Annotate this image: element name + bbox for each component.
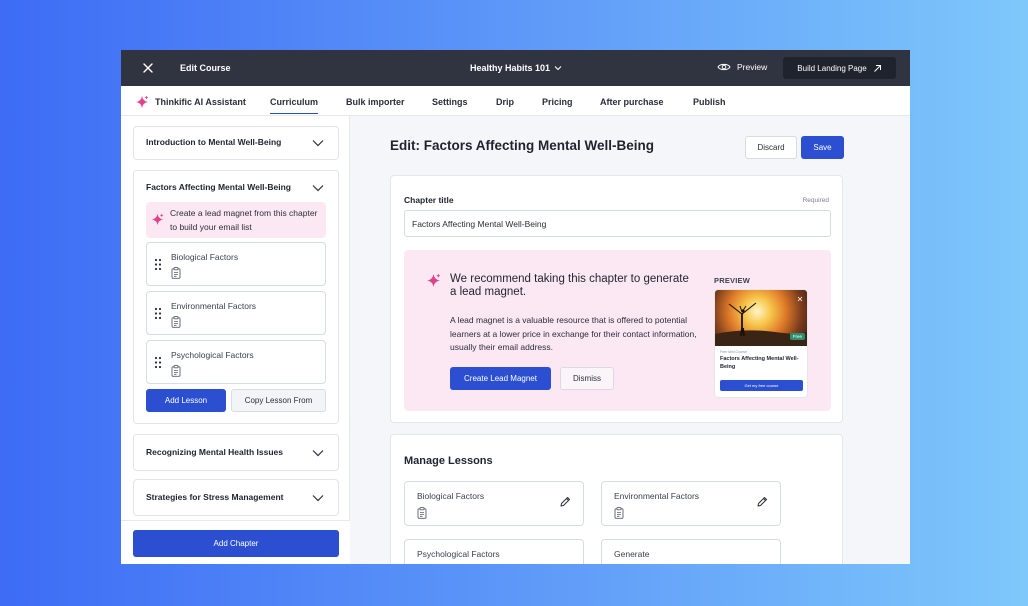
preview-label: PREVIEW bbox=[714, 276, 750, 285]
discard-button[interactable]: Discard bbox=[745, 136, 797, 159]
drag-handle-icon[interactable] bbox=[154, 356, 162, 369]
build-landing-page-button[interactable]: Build Landing Page bbox=[783, 57, 896, 79]
lesson-tile[interactable]: Generate bbox=[601, 539, 781, 564]
lesson-name: Psychological Factors bbox=[171, 350, 254, 360]
tab-bulk-importer[interactable]: Bulk importer bbox=[346, 97, 405, 107]
tab-bar: Thinkific AI Assistant Curriculum Bulk i… bbox=[121, 86, 910, 116]
sparkle-icon bbox=[151, 213, 164, 226]
lesson-item[interactable]: Environmental Factors bbox=[146, 291, 326, 335]
preview-image: Free bbox=[715, 290, 807, 346]
lesson-tile-name: Psychological Factors bbox=[417, 549, 500, 559]
clipboard-icon bbox=[171, 267, 181, 279]
course-name: Healthy Habits 101 bbox=[470, 63, 551, 73]
lesson-tile[interactable]: Psychological Factors bbox=[404, 539, 584, 564]
clipboard-icon bbox=[171, 365, 181, 377]
tab-drip[interactable]: Drip bbox=[496, 97, 514, 107]
tab-settings[interactable]: Settings bbox=[432, 97, 468, 107]
clipboard-icon bbox=[614, 507, 624, 519]
manage-lessons-title: Manage Lessons bbox=[404, 455, 493, 467]
chapter-title-input[interactable] bbox=[404, 210, 831, 237]
lesson-item[interactable]: Psychological Factors bbox=[146, 340, 326, 384]
chapter-header[interactable]: Strategies for Stress Management bbox=[134, 480, 338, 517]
tab-after-purchase[interactable]: After purchase bbox=[600, 97, 664, 107]
chevron-down-icon bbox=[554, 66, 562, 71]
chapter-title: Factors Affecting Mental Well-Being bbox=[146, 182, 291, 192]
tab-curriculum[interactable]: Curriculum bbox=[270, 97, 319, 114]
free-badge: Free bbox=[789, 333, 805, 340]
lead-magnet-tip-text: Create a lead magnet from this chapter t… bbox=[170, 208, 318, 232]
lesson-name: Environmental Factors bbox=[171, 301, 257, 311]
add-lesson-button[interactable]: Add Lesson bbox=[146, 389, 226, 412]
chapter-card[interactable]: Strategies for Stress Management bbox=[133, 479, 339, 516]
pencil-icon[interactable] bbox=[756, 496, 768, 508]
chapter-title-label: Chapter title bbox=[404, 195, 454, 205]
edit-course-label: Edit Course bbox=[180, 63, 231, 73]
lead-magnet-tip[interactable]: Create a lead magnet from this chapter t… bbox=[146, 202, 326, 238]
chapter-card[interactable]: Introduction to Mental Well-Being bbox=[133, 126, 339, 160]
dismiss-button[interactable]: Dismiss bbox=[560, 367, 614, 390]
required-indicator: Required bbox=[802, 197, 829, 204]
chevron-down-icon[interactable] bbox=[312, 449, 324, 457]
add-chapter-button[interactable]: Add Chapter bbox=[133, 530, 339, 557]
chevron-down-icon[interactable] bbox=[312, 139, 324, 147]
chapter-card-expanded: Factors Affecting Mental Well-Being Crea… bbox=[133, 170, 339, 424]
curriculum-sidebar: Introduction to Mental Well-Being Factor… bbox=[121, 116, 350, 564]
lesson-item[interactable]: Biological Factors bbox=[146, 242, 326, 286]
chapter-title: Strategies for Stress Management bbox=[146, 492, 284, 502]
ai-assistant-label: Thinkific AI Assistant bbox=[155, 97, 246, 107]
eye-icon bbox=[717, 63, 731, 71]
clipboard-icon bbox=[171, 316, 181, 328]
drag-handle-icon[interactable] bbox=[154, 258, 162, 271]
pencil-icon[interactable] bbox=[559, 496, 571, 508]
preview-cta-button: Get my free course bbox=[720, 380, 803, 391]
ai-assistant-tab[interactable]: Thinkific AI Assistant bbox=[135, 95, 246, 109]
lesson-name: Biological Factors bbox=[171, 252, 239, 262]
preview-course-type: Free Mini Course bbox=[720, 350, 747, 354]
lesson-tile[interactable]: Biological Factors bbox=[404, 481, 584, 526]
recommendation-body: A lead magnet is a valuable resource tha… bbox=[450, 315, 697, 352]
lesson-tile-name: Biological Factors bbox=[417, 491, 485, 501]
chevron-down-icon[interactable] bbox=[312, 494, 324, 502]
chapter-header[interactable]: Recognizing Mental Health Issues bbox=[134, 435, 338, 472]
tab-pricing[interactable]: Pricing bbox=[542, 97, 573, 107]
external-arrow-icon bbox=[873, 64, 881, 72]
chevron-down-icon[interactable] bbox=[312, 184, 324, 192]
preview-button[interactable]: Preview bbox=[717, 62, 767, 72]
course-editor-window: Edit Course Healthy Habits 101 Preview B… bbox=[121, 50, 910, 564]
sparkle-icon bbox=[136, 95, 149, 108]
chapter-header[interactable]: Factors Affecting Mental Well-Being bbox=[134, 171, 338, 201]
manage-lessons-panel: Manage Lessons Biological Factors Enviro… bbox=[390, 434, 843, 564]
lead-magnet-recommendation: We recommend taking this chapter to gene… bbox=[404, 250, 831, 411]
page-title: Edit: Factors Affecting Mental Well-Bein… bbox=[390, 138, 655, 153]
lesson-tile-name: Generate bbox=[614, 549, 650, 559]
copy-lesson-from-button[interactable]: Copy Lesson From bbox=[231, 389, 326, 412]
chapter-settings-panel: Chapter title Required We recommend taki… bbox=[390, 175, 843, 423]
chapter-header[interactable]: Introduction to Mental Well-Being bbox=[134, 127, 338, 161]
drag-handle-icon[interactable] bbox=[154, 307, 162, 320]
lead-magnet-preview-card: Free Free Mini Course Factors Affecting … bbox=[714, 289, 808, 398]
sparkle-icon bbox=[427, 273, 441, 287]
sidebar-footer: Add Chapter bbox=[121, 520, 350, 564]
course-selector[interactable]: Healthy Habits 101 bbox=[470, 63, 562, 73]
preview-label: Preview bbox=[737, 62, 768, 72]
tab-publish[interactable]: Publish bbox=[693, 97, 726, 107]
lesson-tile-name: Environmental Factors bbox=[614, 491, 700, 501]
recommendation-heading: We recommend taking this chapter to gene… bbox=[450, 273, 689, 298]
chapter-title: Recognizing Mental Health Issues bbox=[146, 447, 283, 457]
chapter-title: Introduction to Mental Well-Being bbox=[146, 137, 282, 147]
save-button[interactable]: Save bbox=[801, 136, 844, 159]
top-bar: Edit Course Healthy Habits 101 Preview B… bbox=[121, 50, 910, 86]
clipboard-icon bbox=[417, 507, 427, 519]
create-lead-magnet-button[interactable]: Create Lead Magnet bbox=[450, 367, 551, 390]
preview-course-title: Factors Affecting Mental Well-Being bbox=[720, 356, 799, 370]
close-icon[interactable] bbox=[141, 61, 155, 75]
lesson-tile[interactable]: Environmental Factors bbox=[601, 481, 781, 526]
build-landing-page-label: Build Landing Page bbox=[797, 63, 867, 73]
chapter-card[interactable]: Recognizing Mental Health Issues bbox=[133, 434, 339, 471]
main-content: Edit: Factors Affecting Mental Well-Bein… bbox=[350, 116, 910, 564]
